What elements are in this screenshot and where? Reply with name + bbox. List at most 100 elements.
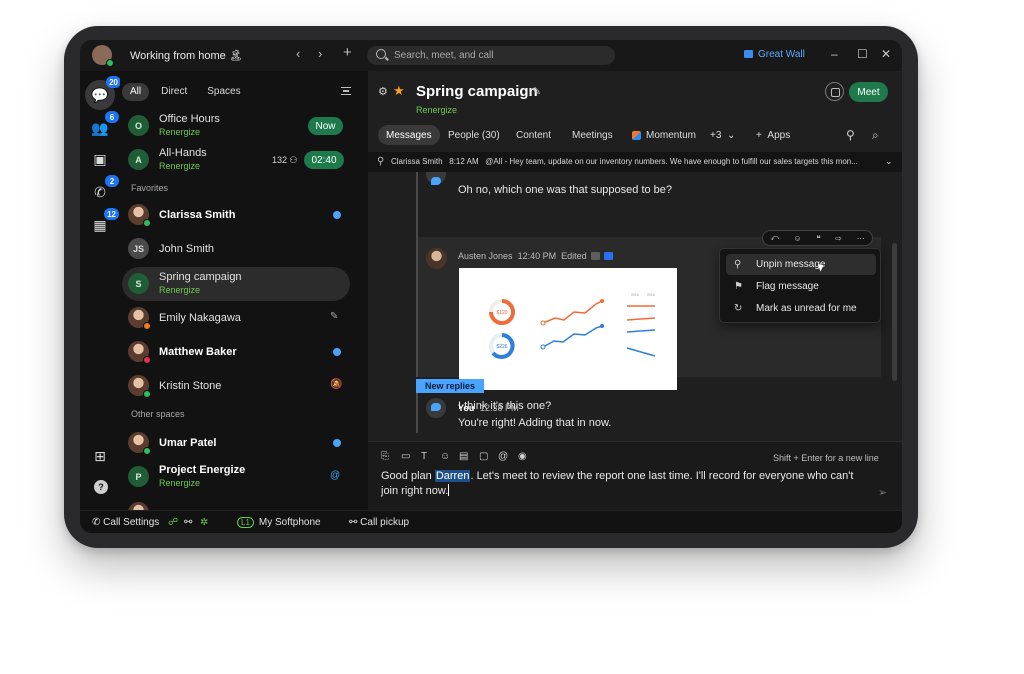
thread-line (416, 393, 418, 433)
forward-icon[interactable]: › (318, 46, 322, 61)
star-icon[interactable]: ★ (393, 83, 405, 99)
forward-icon[interactable]: ⇨ (835, 234, 842, 243)
call-forward-icon[interactable]: ☍ (168, 517, 178, 528)
item-name: Umar Patel (159, 437, 217, 449)
mention-chip[interactable]: Darren (434, 470, 471, 482)
share-screen-button[interactable] (825, 82, 844, 101)
contacts-icon[interactable]: ▣ (87, 146, 113, 172)
list-item-matthew-baker[interactable]: Matthew Baker (122, 335, 350, 369)
line-point-blue-end (600, 324, 604, 328)
filter-direct[interactable]: Direct (153, 83, 195, 101)
dnd-icon[interactable]: ✲ (200, 517, 208, 528)
edit-pencil-icon[interactable]: ✎ (532, 85, 541, 98)
space-team[interactable]: Renergize (416, 105, 457, 115)
my-avatar[interactable] (92, 45, 114, 67)
unpin-message-item[interactable]: ⚲ Unpin message (726, 254, 876, 275)
tab-apps-label: Apps (767, 129, 791, 141)
participant-count: 132 ⚇ (272, 155, 298, 166)
chat-panel: ⚙ ★ Spring campaign ✎ Renergize Meet Mes… (368, 71, 902, 510)
mention-icon[interactable]: @ (498, 451, 508, 462)
image-attachment[interactable]: $120 $226 2015 2016 (459, 268, 677, 390)
gif-icon[interactable]: ▤ (459, 451, 468, 462)
list-item-spring-campaign[interactable]: S Spring campaign Renergize (122, 267, 350, 301)
tab-meetings[interactable]: Meetings (564, 125, 621, 145)
attach-icon[interactable]: ⎘ (381, 451, 389, 462)
filter-spaces[interactable]: Spaces (199, 83, 248, 101)
chat-scrollbar[interactable] (892, 243, 897, 381)
meet-button[interactable]: Meet (849, 82, 888, 102)
mark-unread-item[interactable]: ↻ Mark as unread for me (726, 298, 876, 319)
list-item-office-hours[interactable]: O Office Hours Renergize Now (122, 109, 350, 143)
add-icon[interactable]: + (343, 44, 352, 61)
record-icon[interactable]: ◉ (518, 451, 527, 462)
list-item-emily-nakagawa[interactable]: Emily Nakagawa ✎ (122, 301, 350, 335)
filter-all[interactable]: All (122, 83, 150, 101)
avatar[interactable] (426, 248, 447, 269)
call-pickup-button[interactable]: ⚯ Call pickup (349, 517, 409, 528)
space-title: Spring campaign (416, 83, 538, 100)
pinned-message-banner[interactable]: ⚲ Clarissa Smith 8:12 AM @All - Hey team… (368, 152, 902, 172)
teams-badge: 6 (105, 111, 119, 123)
workspace-link[interactable]: Great Wall (744, 49, 805, 60)
calling-badge: 2 (105, 175, 119, 187)
list-item-umar-patel[interactable]: Umar Patel (122, 426, 350, 460)
react-icon[interactable]: ☺ (794, 234, 802, 243)
composer-input[interactable]: Good plan Darren. Let's meet to review t… (381, 469, 871, 499)
flag-message-item[interactable]: ⚑ Flag message (726, 276, 876, 297)
tab-more[interactable]: +3 ⌄ (702, 125, 743, 145)
help-icon[interactable]: ? (94, 480, 108, 494)
teams-icon[interactable]: 👥 6 (87, 111, 119, 141)
whiteboard-icon[interactable]: ▢ (479, 451, 488, 462)
list-item-all-hands[interactable]: A All-Hands Renergize 132 ⚇ 02:40 (122, 143, 350, 177)
item-name: Kristin Stone (159, 380, 222, 392)
calling-icon[interactable]: ✆ 2 (87, 175, 119, 205)
format-text-icon[interactable]: T (421, 451, 427, 462)
quote-icon[interactable]: ❝ (816, 234, 820, 243)
screenshot-icon[interactable]: ▭ (401, 451, 410, 462)
tab-people[interactable]: People (30) (440, 125, 508, 145)
search-input[interactable]: Search, meet, and call (367, 46, 615, 65)
tab-apps[interactable]: + Apps (748, 125, 798, 145)
tab-content[interactable]: Content (508, 125, 559, 145)
tab-momentum[interactable]: Momentum (624, 125, 704, 145)
reply-icon[interactable]: ⤺ (770, 233, 779, 243)
join-now-button[interactable]: Now (308, 117, 343, 135)
line-point-blue-start (540, 344, 546, 350)
avatar (128, 341, 151, 364)
text-caret (448, 484, 450, 496)
message-composer[interactable]: ⎘ ▭ T ☺ ▤ ▢ @ ◉ Shift + Enter for a new … (368, 441, 902, 510)
minimize-icon[interactable]: – (831, 47, 838, 61)
close-icon[interactable]: ✕ (881, 47, 891, 61)
softphone-button[interactable]: L1 My Softphone (237, 517, 321, 528)
send-icon[interactable]: ➢ (878, 486, 887, 499)
list-item-john-smith[interactable]: JS John Smith (122, 232, 350, 266)
line-series-orange (542, 300, 603, 324)
list-item-project-energize[interactable]: P Project Energize Renergize @ (122, 460, 350, 494)
more-options-icon[interactable]: ⋯ (857, 234, 865, 243)
calendar-icon[interactable]: ▦ 12 (87, 208, 119, 238)
chevron-down-icon[interactable]: ⌄ (885, 156, 893, 167)
tab-messages[interactable]: Messages (378, 125, 440, 145)
call-pickup-status-icon[interactable]: ⚯ (184, 517, 192, 528)
emoji-icon[interactable]: ☺ (440, 451, 450, 462)
list-item-clarissa-smith[interactable]: Clarissa Smith (122, 198, 350, 232)
search-icon[interactable]: ⌕ (872, 128, 879, 143)
meeting-timer-button[interactable]: 02:40 (304, 151, 344, 169)
list-item-kristin-stone[interactable]: Kristin Stone 🔕 (122, 369, 350, 403)
gear-icon[interactable]: ⚙ (378, 85, 388, 98)
reply-time: 12:38 PM (480, 403, 519, 413)
back-icon[interactable]: ‹ (296, 46, 300, 61)
reply-text: You're right! Adding that in now. (458, 417, 612, 429)
mark-unread-label: Mark as unread for me (756, 303, 857, 314)
flag-tag-icon (590, 252, 600, 260)
reply-author: You (458, 403, 475, 413)
list-item-partial[interactable] (122, 496, 350, 510)
maximize-icon[interactable]: ☐ (857, 47, 868, 61)
filter-icon[interactable] (341, 87, 351, 95)
apps-grid-icon[interactable]: ⊞ (87, 443, 113, 469)
messaging-icon[interactable]: 💬 20 (85, 76, 121, 110)
pin-icon[interactable]: ⚲ (846, 128, 855, 142)
status-message[interactable]: Working from home 🏝 (130, 49, 243, 62)
call-settings-button[interactable]: ✆ Call Settings (92, 517, 159, 528)
pinned-author: Clarissa Smith (391, 157, 443, 166)
